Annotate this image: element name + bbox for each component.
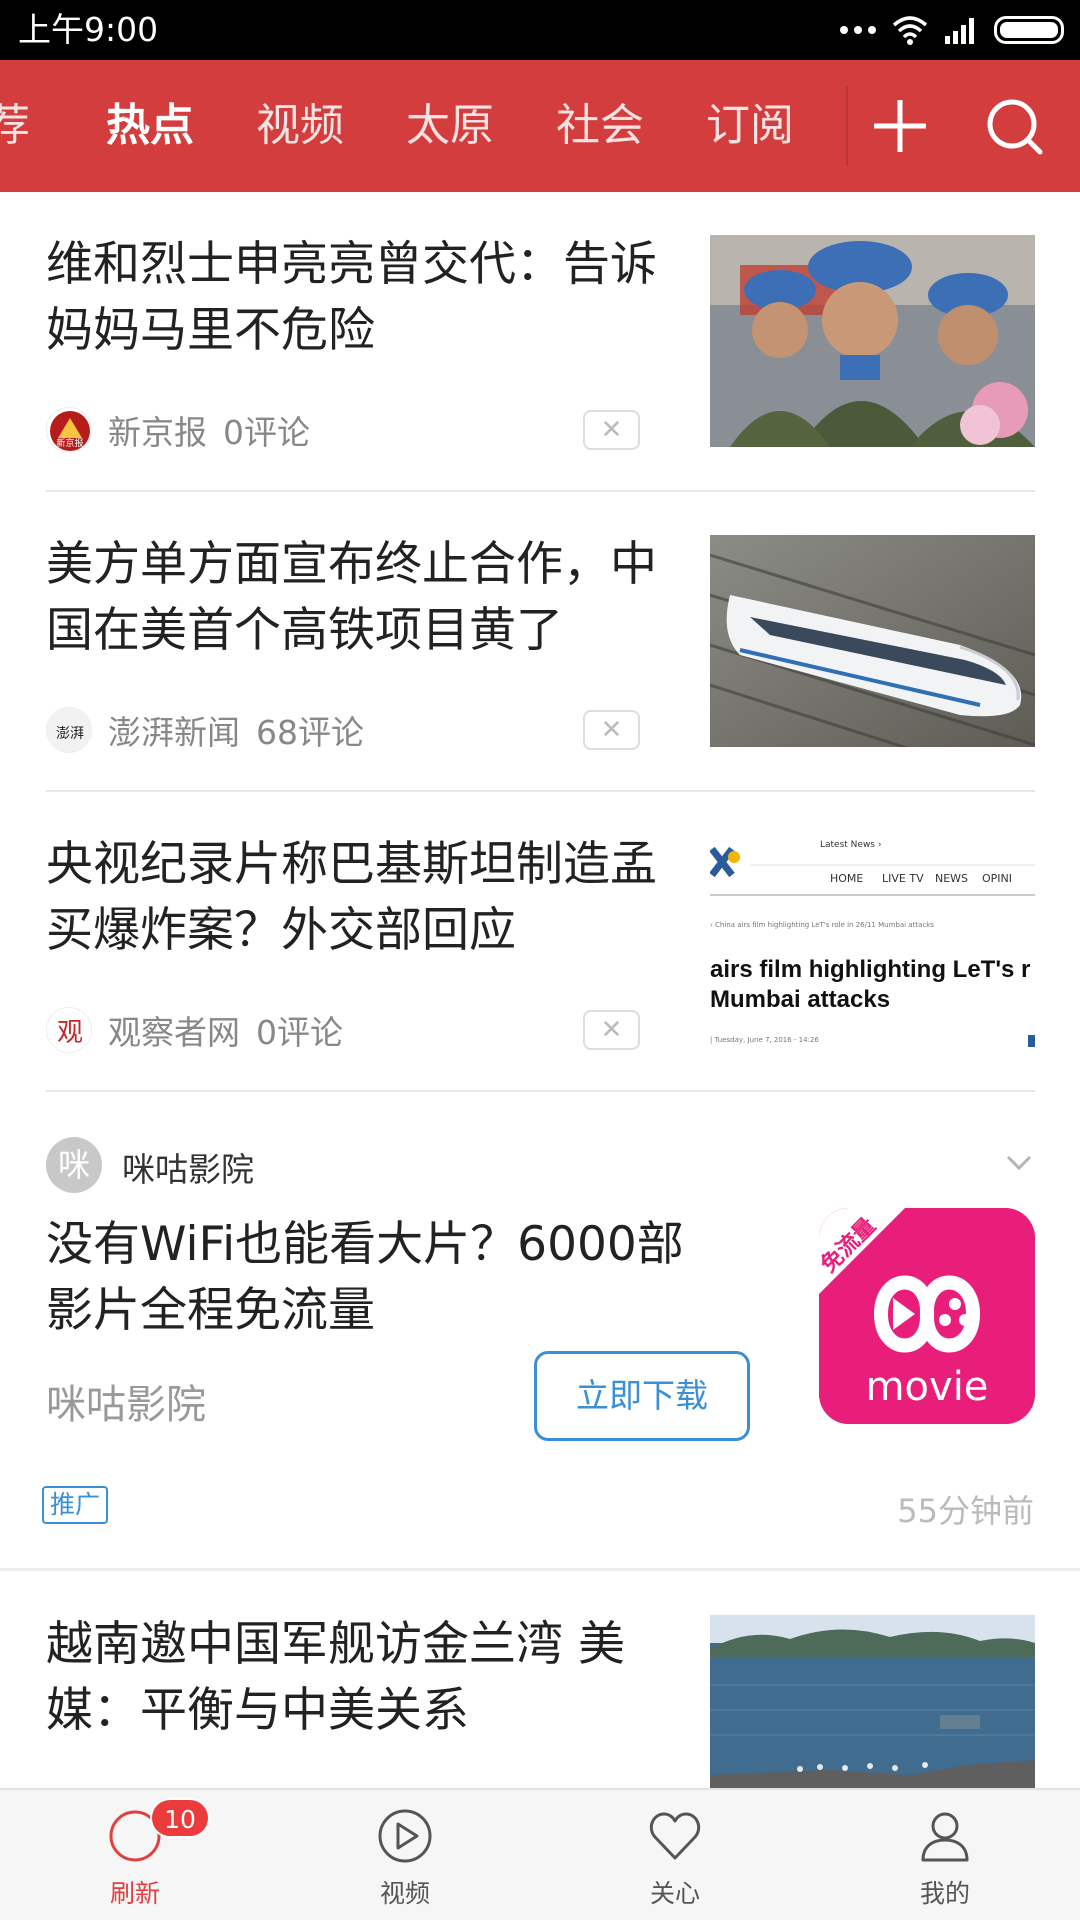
status-icons: [840, 14, 1064, 46]
news-thumbnail[interactable]: [710, 1615, 1035, 1788]
svg-text:Mumbai attacks: Mumbai attacks: [710, 986, 890, 1013]
svg-text:airs film highlighting LeT's r: airs film highlighting LeT's r: [710, 956, 1030, 983]
video-play-icon: [378, 1809, 432, 1863]
svg-text:澎湃: 澎湃: [56, 726, 84, 742]
news-title[interactable]: 央视纪录片称巴基斯坦制造孟买爆炸案？外交部回应: [46, 832, 671, 964]
news-comments: 0评论: [223, 413, 310, 452]
tab-taiyuan[interactable]: 太原: [406, 60, 494, 192]
wifi-icon: [892, 16, 928, 45]
news-comments: 68评论: [256, 713, 364, 752]
divider: [46, 490, 1035, 492]
ad-tag: 推广: [42, 1486, 108, 1524]
status-bar: 上午9:00: [0, 0, 1080, 60]
tab-subscribe[interactable]: 订阅: [706, 60, 794, 192]
app-icon[interactable]: 免流量 movie: [819, 1208, 1035, 1424]
news-meta: 澎湃 澎湃新闻 68评论: [46, 704, 364, 756]
nav-video[interactable]: 视频: [270, 1790, 540, 1920]
nav-label: 关心: [649, 1879, 700, 1908]
chevron-down-icon[interactable]: [1004, 1148, 1034, 1178]
ad-source: 咪咕影院: [46, 1382, 206, 1428]
tab-hot[interactable]: 热点: [106, 60, 194, 192]
channel-divider: [846, 86, 848, 166]
nav-label: 我的: [919, 1879, 970, 1908]
news-source[interactable]: 新京报: [108, 406, 207, 454]
news-source[interactable]: 澎湃新闻: [108, 706, 240, 754]
svg-text:新京报: 新京报: [56, 437, 83, 449]
add-channel-button[interactable]: [852, 82, 948, 170]
news-meta: 新京报 新京报 0评论: [46, 404, 310, 456]
channel-bar: 荐 热点 视频 太原 社会 订阅 图: [0, 60, 1080, 192]
svg-text:NEWS: NEWS: [935, 872, 968, 885]
news-thumbnail[interactable]: Latest News › HOME LIVE TV NEWS OPINI › …: [710, 835, 1035, 1047]
tab-recommend[interactable]: 荐: [0, 60, 30, 192]
svg-text:观: 观: [57, 1018, 83, 1048]
bottom-nav: 10 刷新 视频 关心 我的: [0, 1788, 1080, 1920]
nav-mine[interactable]: 我的: [810, 1790, 1080, 1920]
download-button[interactable]: 立即下载: [534, 1351, 750, 1441]
svg-text:Latest News ›: Latest News ›: [820, 840, 881, 850]
search-button[interactable]: [968, 82, 1058, 170]
svg-text:› China airs film highlighting: › China airs film highlighting LeT's rol…: [710, 921, 934, 929]
nav-care[interactable]: 关心: [540, 1790, 810, 1920]
svg-text:| Tuesday, June 7, 2016 - 14:2: | Tuesday, June 7, 2016 - 14:26: [710, 1036, 819, 1044]
ad-title[interactable]: 没有WiFi也能看大片？6000部影片全程免流量: [46, 1212, 726, 1344]
news-title[interactable]: 维和烈士申亮亮曾交代：告诉妈妈马里不危险: [46, 232, 671, 364]
battery-icon: [994, 16, 1064, 44]
heart-icon: [649, 1812, 701, 1860]
signal-icon: [945, 18, 974, 44]
svg-text:HOME: HOME: [830, 872, 863, 885]
nav-refresh[interactable]: 10 刷新: [0, 1790, 270, 1920]
nav-label: 视频: [379, 1879, 430, 1908]
dismiss-button[interactable]: ✕: [583, 1010, 640, 1050]
dismiss-button[interactable]: ✕: [583, 410, 640, 450]
more-dots-icon: [840, 26, 876, 34]
user-icon: [921, 1812, 969, 1862]
news-meta: 观 观察者网 0评论: [46, 1004, 343, 1056]
section-divider: [0, 1568, 1080, 1571]
status-time: 上午9:00: [18, 10, 159, 49]
tab-video[interactable]: 视频: [256, 60, 344, 192]
source-logo: 观: [46, 1007, 92, 1053]
divider: [46, 790, 1035, 792]
advertiser-name[interactable]: 咪咕影院: [122, 1143, 254, 1191]
news-title[interactable]: 美方单方面宣布终止合作，中国在美首个高铁项目黄了: [46, 532, 671, 664]
notification-badge: 10: [150, 1798, 210, 1838]
svg-text:LIVE TV: LIVE TV: [882, 872, 924, 885]
news-thumbnail[interactable]: [710, 535, 1035, 747]
plus-icon: [874, 100, 926, 152]
news-comments: 0评论: [256, 1013, 343, 1052]
news-source[interactable]: 观察者网: [108, 1006, 240, 1054]
news-thumbnail[interactable]: [710, 235, 1035, 447]
divider: [46, 1090, 1035, 1092]
source-logo: 澎湃: [46, 707, 92, 753]
ad-time: 55分钟前: [897, 1492, 1034, 1530]
advertiser-avatar: 咪: [46, 1137, 102, 1193]
svg-text:OPINI: OPINI: [982, 872, 1012, 885]
nav-label: 刷新: [109, 1879, 160, 1908]
svg-text:movie: movie: [866, 1364, 989, 1410]
news-title[interactable]: 越南邀中国军舰访金兰湾 美媒：平衡与中美关系: [46, 1612, 671, 1744]
tab-society[interactable]: 社会: [556, 60, 644, 192]
source-logo: 新京报: [46, 407, 92, 453]
search-icon: [987, 99, 1043, 155]
dismiss-button[interactable]: ✕: [583, 710, 640, 750]
